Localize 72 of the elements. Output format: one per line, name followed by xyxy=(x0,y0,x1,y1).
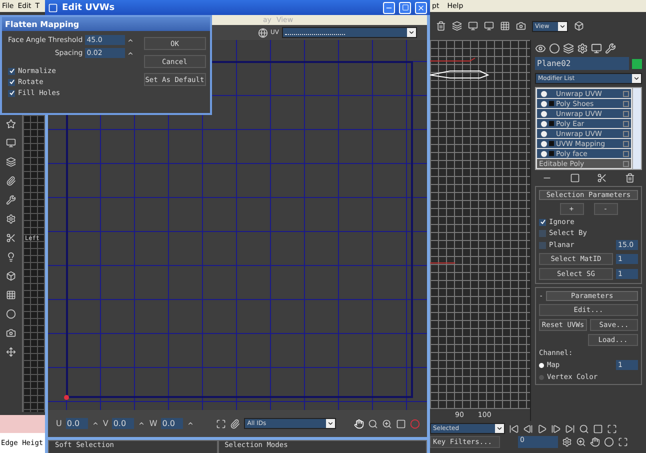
step-forward-icon[interactable] xyxy=(551,424,561,434)
skip-forward-icon[interactable] xyxy=(565,424,575,434)
step-back-icon[interactable] xyxy=(523,424,533,434)
spinner-icon xyxy=(187,420,194,427)
zoom-icon[interactable] xyxy=(579,424,589,434)
close-icon xyxy=(417,4,425,12)
camera-icon[interactable] xyxy=(6,328,16,338)
maximize-button[interactable] xyxy=(399,2,411,14)
spinner-icon xyxy=(138,420,146,427)
object-name-field[interactable]: Plane02 xyxy=(535,57,629,70)
radio-button[interactable] xyxy=(539,362,544,368)
checkbox[interactable] xyxy=(539,230,546,236)
close-button[interactable] xyxy=(415,2,427,14)
coord-label: U xyxy=(56,419,62,428)
coord-label: V xyxy=(102,419,108,428)
dropdown-arrow-icon[interactable] xyxy=(495,424,504,433)
dropdown-arrow-icon[interactable] xyxy=(558,22,567,30)
checkbox[interactable] xyxy=(539,242,546,248)
coord-field[interactable]: 0.0 xyxy=(112,418,134,429)
minimize-button[interactable] xyxy=(383,2,395,14)
globe-icon[interactable] xyxy=(258,28,268,38)
coord-label: W xyxy=(149,419,158,428)
dropdown-arrow-icon[interactable] xyxy=(407,28,416,37)
frame-icon[interactable] xyxy=(396,418,406,428)
layers-icon[interactable] xyxy=(6,157,16,167)
checkbox[interactable] xyxy=(8,78,15,86)
window-title: Edit UVWs xyxy=(62,2,116,12)
display-icon[interactable] xyxy=(591,43,602,54)
maximize-icon[interactable] xyxy=(618,437,628,447)
dialog-title: Flatten Mapping xyxy=(2,17,210,31)
coord-field[interactable]: 0.0 xyxy=(161,418,184,429)
zoom-region-icon[interactable] xyxy=(576,437,586,447)
play-icon[interactable] xyxy=(537,424,547,434)
circle-icon[interactable] xyxy=(6,309,16,319)
scissors-icon[interactable] xyxy=(6,233,16,243)
app-icon xyxy=(48,2,58,12)
move-icon[interactable] xyxy=(6,347,16,357)
zoom-region-icon[interactable] xyxy=(382,418,392,428)
skip-back-icon[interactable] xyxy=(509,424,519,434)
window-icon[interactable] xyxy=(484,21,494,31)
grid-icon[interactable] xyxy=(6,290,16,300)
checkbox[interactable] xyxy=(8,68,15,74)
cube-icon[interactable] xyxy=(6,271,16,281)
zoom-icon[interactable] xyxy=(368,418,378,428)
gear-icon[interactable] xyxy=(6,214,16,224)
coord-field[interactable]: 0.0 xyxy=(66,418,88,429)
checkbox[interactable] xyxy=(8,90,15,96)
window-icon[interactable] xyxy=(468,21,478,31)
hand-icon[interactable] xyxy=(590,437,600,447)
spinner-icon xyxy=(92,420,99,427)
lightbulb-icon[interactable] xyxy=(6,252,16,262)
dropdown-arrow-icon[interactable] xyxy=(326,419,336,428)
color-bar xyxy=(0,415,45,433)
dropdown-arrow-icon[interactable] xyxy=(632,74,641,83)
checkbox[interactable] xyxy=(539,218,546,226)
grid-icon[interactable] xyxy=(500,21,510,31)
radio-button[interactable] xyxy=(539,374,544,380)
zoom-extents-icon[interactable] xyxy=(607,424,617,434)
hand-icon[interactable] xyxy=(354,418,364,428)
scrollbar[interactable] xyxy=(632,88,641,169)
wrench-icon[interactable] xyxy=(6,195,16,205)
monitor-icon[interactable] xyxy=(6,138,16,148)
align-icon[interactable] xyxy=(216,418,226,428)
color-swatch[interactable] xyxy=(632,58,642,68)
texture-dropdown[interactable] xyxy=(282,27,417,38)
camera-icon[interactable] xyxy=(516,21,526,31)
utilities-icon[interactable] xyxy=(605,43,616,54)
vertex-dot xyxy=(64,395,69,400)
layers-icon[interactable] xyxy=(452,21,462,31)
paperclip-icon[interactable] xyxy=(6,176,16,186)
maximize-icon xyxy=(402,4,408,11)
delete-icon[interactable] xyxy=(624,173,635,183)
